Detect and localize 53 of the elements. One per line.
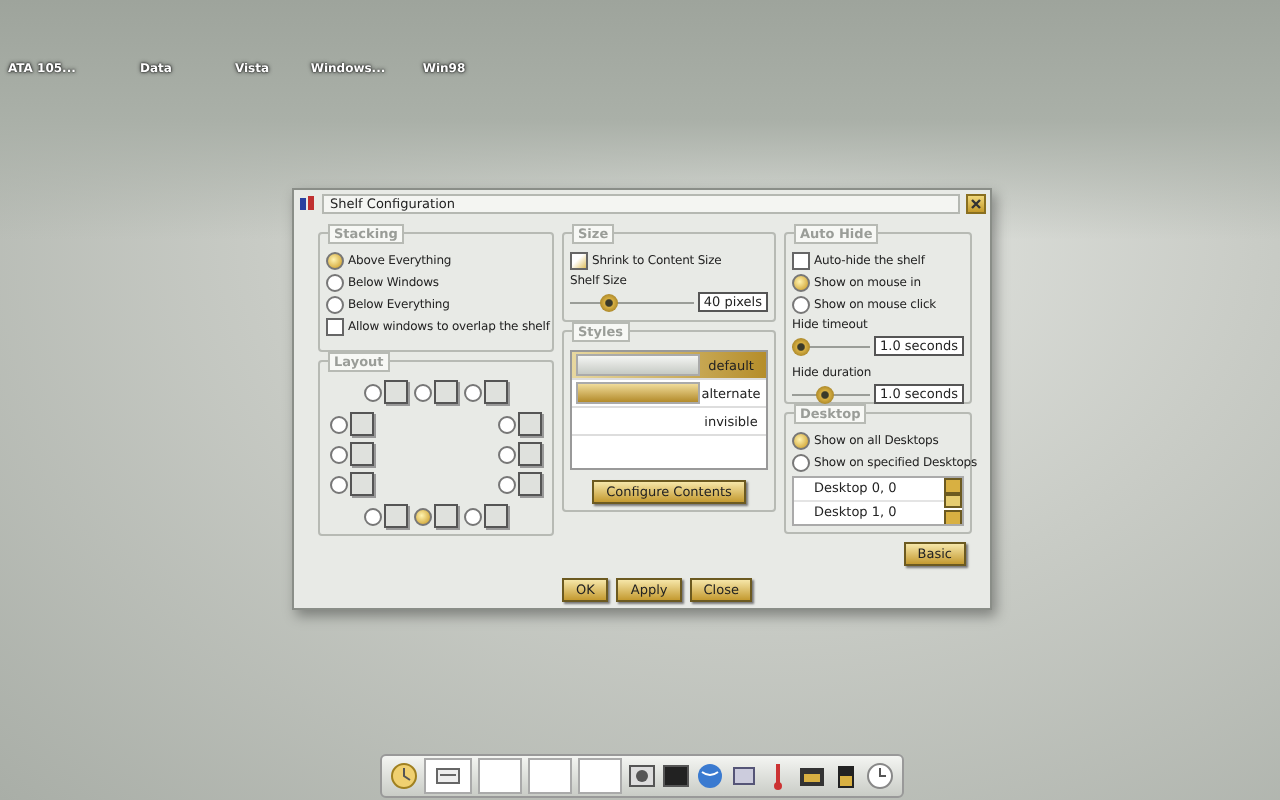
slider[interactable] xyxy=(570,293,694,311)
shelf-position-icon xyxy=(384,504,408,528)
position-radio[interactable] xyxy=(464,507,482,525)
position-radio[interactable] xyxy=(364,507,382,525)
position-radio[interactable] xyxy=(330,475,348,493)
shelf-position-icon xyxy=(518,412,542,436)
position-radio[interactable] xyxy=(464,383,482,401)
position-radio[interactable] xyxy=(330,415,348,433)
slider-thumb[interactable] xyxy=(791,337,810,355)
scrollbar[interactable] xyxy=(944,478,962,524)
slider-thumb[interactable] xyxy=(599,293,618,311)
position-radio[interactable] xyxy=(498,445,516,463)
close-button[interactable] xyxy=(966,193,986,213)
shelf-position-icon xyxy=(518,472,542,496)
slider[interactable] xyxy=(792,385,871,403)
style-preview xyxy=(576,382,700,404)
style-preview xyxy=(576,354,700,376)
shelf-position-icon xyxy=(350,472,374,496)
clock-icon xyxy=(866,762,894,790)
checkbox[interactable] xyxy=(570,252,588,270)
slider-thumb[interactable] xyxy=(815,385,834,403)
radio-button[interactable] xyxy=(326,252,344,270)
position-radio[interactable] xyxy=(414,383,432,401)
app-icon xyxy=(298,194,316,212)
shelf-position-icon xyxy=(484,504,508,528)
position-radio[interactable] xyxy=(414,507,432,525)
position-radio[interactable] xyxy=(330,445,348,463)
slider[interactable] xyxy=(792,337,871,355)
clock-launcher-icon[interactable] xyxy=(390,762,418,790)
terminal-icon[interactable] xyxy=(662,762,690,790)
position-radio[interactable] xyxy=(364,383,382,401)
position-radio[interactable] xyxy=(498,415,516,433)
radio-button[interactable] xyxy=(792,454,810,472)
window-thumbnail-icon xyxy=(436,768,460,784)
radio-button[interactable] xyxy=(326,296,344,314)
radio-button[interactable] xyxy=(326,274,344,292)
close-icon xyxy=(970,197,982,209)
checkbox[interactable] xyxy=(792,252,810,270)
shelf-position-icon xyxy=(434,504,458,528)
position-radio[interactable] xyxy=(498,475,516,493)
shelf-position-icon xyxy=(434,380,458,404)
radio-button[interactable] xyxy=(792,274,810,292)
shelf-position-icon xyxy=(518,442,542,466)
shelf-position-icon xyxy=(350,442,374,466)
globe-icon[interactable] xyxy=(696,762,724,790)
battery-icon xyxy=(832,762,860,790)
pager-desktop[interactable] xyxy=(424,758,472,794)
shelf-position-icon xyxy=(384,380,408,404)
checkbox[interactable] xyxy=(326,318,344,336)
radio-button[interactable] xyxy=(792,296,810,314)
shelf-position-icon xyxy=(484,380,508,404)
shelf-position-icon xyxy=(350,412,374,436)
radio-button[interactable] xyxy=(792,432,810,450)
